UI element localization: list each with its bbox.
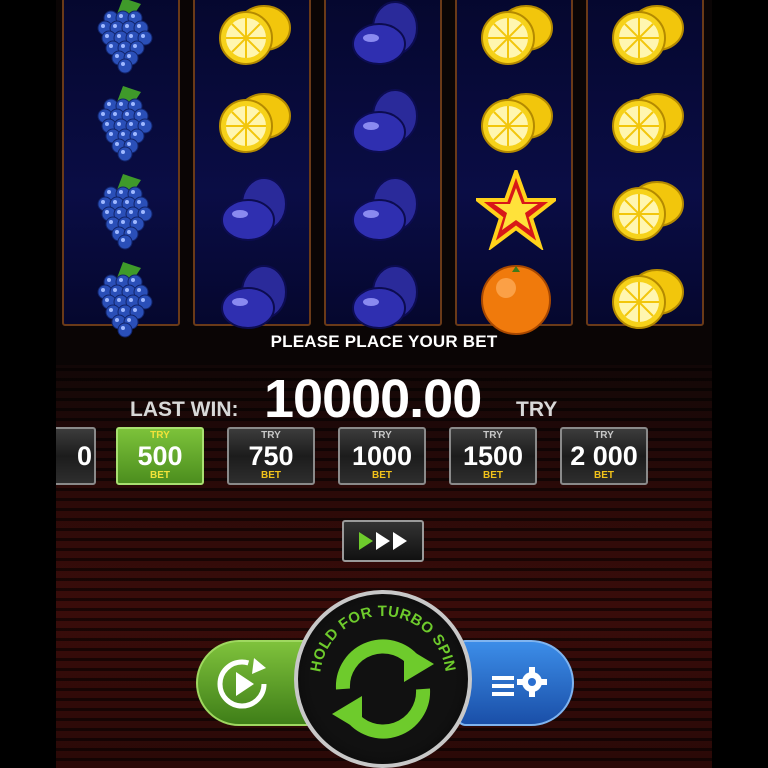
bet-option-partial[interactable]: 0	[56, 427, 96, 485]
plum-icon	[345, 170, 425, 250]
bet-option-750[interactable]: TRY 750 BET	[227, 427, 315, 485]
reels-area	[62, 0, 706, 338]
plum-icon	[214, 170, 294, 250]
plum-icon	[214, 258, 294, 338]
bet-amount: 1500	[462, 441, 524, 471]
star-icon	[472, 166, 560, 252]
reel-4	[455, 0, 573, 335]
bet-label: BET	[261, 470, 281, 481]
lemon-icon	[607, 170, 687, 250]
replay-icon	[217, 658, 267, 709]
grapes-icon	[83, 82, 163, 162]
fast-forward-icon	[376, 532, 390, 550]
bet-label: BET	[150, 470, 170, 481]
lemon-icon	[476, 82, 556, 162]
autoplay-button[interactable]	[342, 520, 424, 562]
spin-hint-label: HOLD FOR TURBO SPIN	[307, 603, 458, 673]
menu-settings-icon	[492, 667, 547, 697]
grapes-icon	[83, 258, 163, 338]
bet-amount: 500	[137, 441, 183, 471]
plum-icon	[345, 258, 425, 338]
slot-game: PLEASE PLACE YOUR BET LAST WIN: 10000.00…	[56, 0, 712, 768]
last-win-display: LAST WIN: 10000.00 TRY	[56, 366, 712, 429]
bet-label: BET	[372, 470, 392, 481]
status-message: PLEASE PLACE YOUR BET	[270, 332, 498, 351]
svg-text:HOLD FOR TURBO SPIN: HOLD FOR TURBO SPIN	[307, 603, 458, 673]
last-win-currency: TRY	[516, 398, 558, 421]
reel-3	[324, 0, 442, 329]
bet-currency: TRY	[594, 430, 614, 441]
fast-forward-icon	[359, 532, 373, 550]
reel-2	[193, 0, 311, 329]
orange-icon	[476, 258, 556, 338]
bet-option-2000[interactable]: TRY 2 000 BET	[560, 427, 648, 485]
lemon-icon	[607, 82, 687, 162]
spin-arrows-icon	[332, 639, 434, 739]
plum-icon	[345, 0, 425, 74]
grapes-icon	[83, 0, 163, 74]
lemon-icon	[214, 0, 294, 74]
bet-option-500[interactable]: TRY 500 BET	[116, 427, 204, 485]
bet-amount: 750	[248, 441, 294, 471]
bet-currency: TRY	[483, 430, 503, 441]
bet-currency: TRY	[150, 430, 170, 441]
last-win-label: LAST WIN:	[130, 398, 239, 421]
lemon-icon	[607, 258, 687, 338]
bet-option-1000[interactable]: TRY 1000 BET	[338, 427, 426, 485]
spin-button[interactable]: HOLD FOR TURBO SPIN	[294, 590, 472, 768]
grapes-icon	[83, 170, 163, 250]
reel-5	[586, 0, 704, 329]
plum-icon	[345, 82, 425, 162]
bet-currency: TRY	[261, 430, 281, 441]
settings-button[interactable]	[456, 640, 574, 726]
lemon-icon	[214, 82, 294, 162]
fast-forward-icon	[393, 532, 407, 550]
spin-hint-text: HOLD FOR TURBO SPIN	[307, 603, 458, 739]
bet-currency: TRY	[372, 430, 392, 441]
bet-label: BET	[594, 470, 614, 481]
bet-amount: 0	[76, 441, 92, 471]
bet-amount: 2 000	[570, 441, 638, 471]
bet-amount: 1000	[351, 441, 413, 471]
bet-option-1500[interactable]: TRY 1500 BET	[449, 427, 537, 485]
bet-label: BET	[483, 470, 503, 481]
lemon-icon	[476, 0, 556, 74]
bet-selector: 0 TRY 500 BET TRY 750 BET TRY 1000 BET T…	[56, 427, 712, 487]
reel-1	[62, 0, 180, 338]
last-win-value: 10000.00	[264, 369, 482, 429]
lemon-icon	[607, 0, 687, 74]
